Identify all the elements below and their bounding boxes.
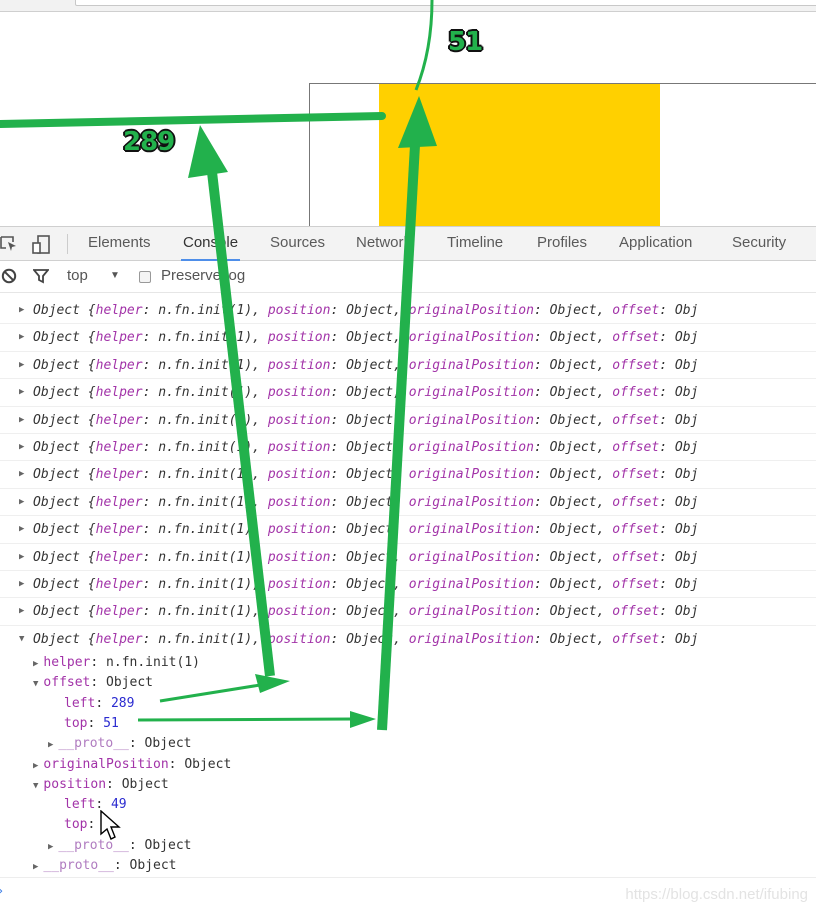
draggable-yellow-box[interactable] (379, 84, 660, 226)
console-log-row[interactable]: ▼ Object {helper: n.fn.init(1), position:… (0, 626, 816, 653)
inspect-element-icon[interactable] (0, 235, 18, 253)
address-bar[interactable] (75, 0, 816, 6)
console-log-text: Object {helper: n.fn.init(1), position: … (33, 467, 699, 483)
console-log-row[interactable]: ▶ Object {helper: n.fn.init(1), position:… (0, 598, 816, 626)
console-log-row[interactable]: ▶ Object {helper: n.fn.init(1), position:… (0, 461, 816, 489)
expand-triangle-icon[interactable]: ▶ (19, 544, 24, 570)
watermark: https://blog.csdn.net/ifubing (625, 886, 808, 903)
context-dropdown-icon[interactable]: ▼ (110, 270, 120, 281)
expand-triangle-icon[interactable]: ▶ (19, 407, 24, 433)
context-selector[interactable]: top (67, 267, 88, 284)
console-prompt-icon: › (0, 884, 3, 899)
expand-triangle-icon[interactable]: ▶ (19, 297, 24, 323)
annotation-left-value: 289 (123, 127, 175, 157)
tree-item-offset[interactable]: ▼ offset: Object (33, 673, 153, 693)
console-log-row[interactable]: ▶ Object {helper: n.fn.init(1), position:… (0, 516, 816, 544)
browser-toolbar (0, 0, 816, 12)
console-log-text: Object {helper: n.fn.init(1), position: … (33, 303, 699, 318)
offset-left-property: left: 289 (64, 696, 135, 711)
clear-console-icon[interactable] (1, 268, 17, 288)
collapse-triangle-icon[interactable]: ▼ (33, 679, 38, 689)
console-log-text: Object {helper: n.fn.init(1), position: … (33, 385, 699, 401)
console-log-row[interactable]: ▶ Object {helper: n.fn.init(1), position:… (0, 407, 816, 434)
expand-triangle-icon[interactable]: ▶ (19, 598, 24, 624)
expand-triangle-icon[interactable]: ▶ (19, 516, 24, 542)
tree-item-root-proto[interactable]: ▶ __proto__: Object (33, 856, 177, 876)
console-log-row[interactable]: ▶ Object {helper: n.fn.init(1), position:… (0, 352, 816, 380)
page-viewport (0, 13, 816, 243)
expanded-object-tree: ▶ helper: n.fn.init(1) ▼ offset: Object le… (0, 653, 816, 883)
console-toolbar: top ▼ Preserve log (0, 261, 816, 293)
tab-network[interactable]: Network (356, 234, 411, 251)
expand-triangle-icon[interactable]: ▶ (33, 659, 38, 669)
console-log-row[interactable]: ▶ Object {helper: n.fn.init(1), position:… (0, 489, 816, 517)
console-log-row[interactable]: ▶ Object {helper: n.fn.init(1), position:… (0, 324, 816, 352)
mouse-cursor-icon (100, 810, 121, 840)
expand-triangle-icon[interactable]: ▶ (48, 740, 53, 750)
preserve-log-checkbox[interactable] (139, 271, 151, 283)
devtools-panel: Elements Console Sources Network Timelin… (0, 226, 816, 914)
expand-triangle-icon[interactable]: ▶ (33, 862, 38, 872)
console-log-text: Object {helper: n.fn.init(1), position: … (33, 494, 699, 510)
position-top-property: top: (64, 817, 96, 832)
console-log-text: Object {helper: n.fn.init(1), position: … (33, 522, 699, 538)
collapse-triangle-icon[interactable]: ▼ (19, 626, 24, 653)
tab-elements[interactable]: Elements (88, 234, 151, 251)
tab-security[interactable]: Security (732, 234, 786, 251)
console-log-text: Object {helper: n.fn.init(1), position: … (33, 439, 699, 455)
annotation-top-value: 51 (448, 27, 483, 57)
console-log-row[interactable]: ▶ Object {helper: n.fn.init(1), position:… (0, 571, 816, 599)
expand-triangle-icon[interactable]: ▶ (19, 434, 24, 460)
console-log-row[interactable]: ▶ Object {helper: n.fn.init(1), position:… (0, 297, 816, 325)
tab-console[interactable]: Console (180, 234, 241, 261)
tab-sources[interactable]: Sources (270, 234, 325, 251)
expand-triangle-icon[interactable]: ▶ (19, 461, 24, 487)
preserve-log-label: Preserve log (161, 267, 246, 284)
console-log-text: Object {helper: n.fn.init(1), position: … (33, 604, 699, 620)
filter-icon[interactable] (32, 269, 50, 288)
tree-item-offset-proto[interactable]: ▶ __proto__: Object (48, 734, 192, 754)
console-messages: ▶ Object {helper: n.fn.init(1), position:… (0, 293, 816, 653)
offset-top-property: top: 51 (64, 716, 119, 731)
expand-triangle-icon[interactable]: ▶ (19, 571, 24, 597)
expand-triangle-icon[interactable]: ▶ (48, 842, 53, 852)
console-log-text: Object {helper: n.fn.init(1), position: … (33, 576, 699, 592)
tab-profiles[interactable]: Profiles (537, 234, 587, 251)
tab-timeline[interactable]: Timeline (447, 234, 503, 251)
tree-item-original-position[interactable]: ▶ originalPosition: Object (33, 755, 231, 775)
expand-triangle-icon[interactable]: ▶ (19, 352, 24, 378)
collapse-triangle-icon[interactable]: ▼ (33, 781, 38, 791)
device-mode-icon[interactable] (32, 235, 50, 254)
console-log-text: Object {helper: n.fn.init(1), position: … (33, 357, 699, 373)
expand-triangle-icon[interactable]: ▶ (33, 761, 38, 771)
tabbar-separator (67, 234, 68, 254)
console-log-text: Object {helper: n.fn.init(1), position: … (33, 631, 699, 647)
expand-triangle-icon[interactable]: ▶ (19, 379, 24, 405)
tab-application[interactable]: Application (619, 234, 692, 251)
console-log-row[interactable]: ▶ Object {helper: n.fn.init(1), position:… (0, 379, 816, 407)
console-log-text: Object {helper: n.fn.init(1), position: … (33, 412, 699, 428)
devtools-tabbar: Elements Console Sources Network Timelin… (0, 226, 816, 261)
console-log-text: Object {helper: n.fn.init(1), position: … (33, 330, 699, 346)
tree-item-helper[interactable]: ▶ helper: n.fn.init(1) (33, 653, 200, 673)
console-log-row[interactable]: ▶ Object {helper: n.fn.init(1), position:… (0, 544, 816, 571)
console-log-row[interactable]: ▶ Object {helper: n.fn.init(1), position:… (0, 434, 816, 462)
expand-triangle-icon[interactable]: ▶ (19, 324, 24, 350)
expand-triangle-icon[interactable]: ▶ (19, 489, 24, 515)
tree-item-position[interactable]: ▼ position: Object (33, 775, 169, 795)
console-log-text: Object {helper: n.fn.init(1), position: … (33, 549, 699, 565)
